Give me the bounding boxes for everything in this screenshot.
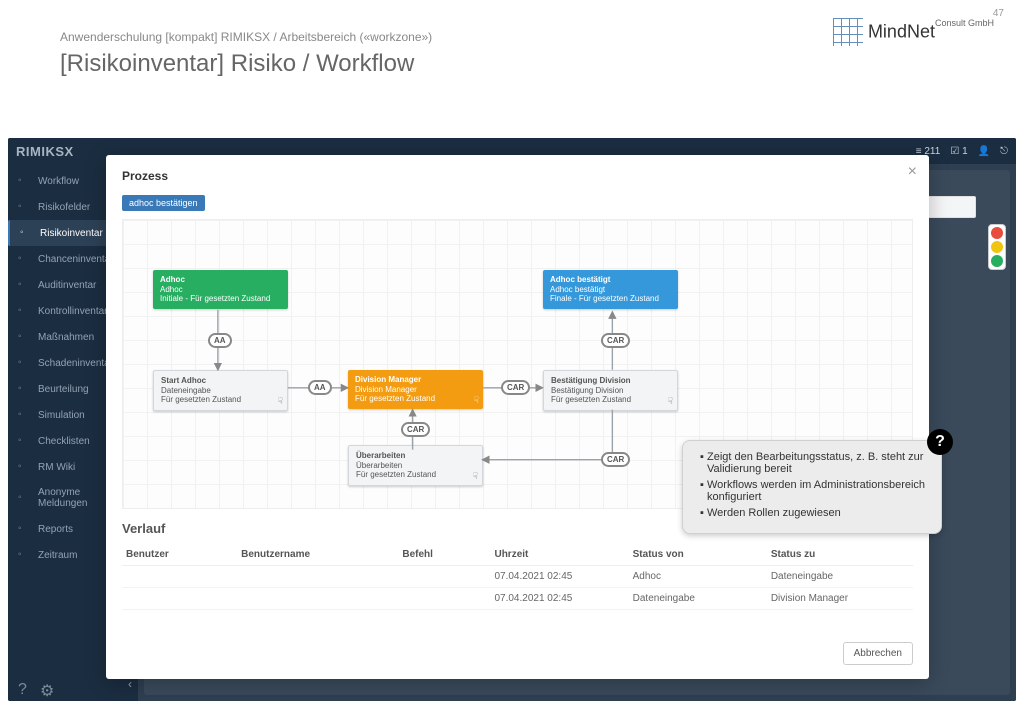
badge-aa: AA — [208, 333, 232, 348]
sidebar-item-label: Workflow — [38, 176, 79, 187]
menu-icon: ◦ — [18, 523, 30, 535]
menu-icon: ◦ — [18, 201, 30, 213]
app-logo: RIMIKSX — [16, 144, 74, 159]
badge-car: CAR — [401, 422, 430, 437]
badge-aa: AA — [308, 380, 332, 395]
sidebar-collapse-icon[interactable]: ‹ — [128, 677, 132, 691]
menu-icon: ◦ — [18, 279, 30, 291]
sidebar-item-label: Reports — [38, 524, 73, 535]
hand-icon: ☟ — [278, 396, 283, 407]
status-green-icon — [991, 255, 1003, 267]
modal-title: Prozess — [122, 169, 913, 183]
sidebar-item-label: Maßnahmen — [38, 332, 94, 343]
settings-icon[interactable]: ⚙ — [40, 681, 54, 695]
sidebar-item-label: Kontrollinventar — [38, 306, 107, 317]
menu-icon: ◦ — [18, 253, 30, 265]
sidebar-item-label: Risikofelder — [38, 202, 90, 213]
page-title: [Risikoinventar] Risiko / Workflow — [60, 50, 964, 78]
menu-icon: ◦ — [18, 175, 30, 187]
help-icon[interactable]: ? — [18, 681, 32, 695]
sidebar-item-label: Chanceninventar — [38, 254, 114, 265]
menu-icon: ◦ — [18, 492, 30, 504]
tasks-icon[interactable]: ☑ 1 — [950, 146, 967, 157]
menu-icon: ◦ — [18, 305, 30, 317]
sidebar-item-label: Risikoinventar — [40, 228, 103, 239]
menu-icon: ◦ — [18, 409, 30, 421]
node-adhoc-confirmed[interactable]: Adhoc bestätigt Adhoc bestätigt Finale -… — [543, 270, 678, 309]
sidebar-item-label: Beurteilung — [38, 384, 89, 395]
hand-icon: ☟ — [473, 471, 478, 482]
node-start-adhoc[interactable]: Start Adhoc Dateneingabe Für gesetzten Z… — [153, 370, 288, 411]
help-icon: ? — [927, 429, 953, 455]
user-icon[interactable]: 👤 — [978, 146, 990, 157]
status-red-icon — [991, 227, 1003, 239]
page-number: 47 — [993, 8, 1004, 19]
node-division-manager[interactable]: Division Manager Division Manager Für ge… — [348, 370, 483, 409]
menu-icon: ◦ — [18, 383, 30, 395]
traffic-light — [988, 224, 1006, 270]
mindnet-logo: MindNetConsult GmbH — [833, 18, 994, 46]
sidebar-item-label: RM Wiki — [38, 462, 75, 473]
menu-icon: ◦ — [18, 461, 30, 473]
help-tooltip: ? Zeigt den Bearbeitungsstatus, z. B. st… — [682, 440, 942, 534]
hand-icon: ☟ — [474, 395, 479, 406]
badge-car: CAR — [601, 452, 630, 467]
node-bestaetigung-division[interactable]: Bestätigung Division Bestätigung Divisio… — [543, 370, 678, 411]
close-icon[interactable]: × — [908, 163, 917, 181]
menu-icon: ◦ — [18, 435, 30, 447]
badge-car: CAR — [601, 333, 630, 348]
badge-car: CAR — [501, 380, 530, 395]
table-row: 07.04.2021 02:45DateneingabeDivision Man… — [122, 588, 913, 610]
logout-icon[interactable]: ⎋ — [1000, 146, 1008, 157]
page-subtitle: Anwenderschulung [kompakt] RIMIKSX / Arb… — [60, 30, 964, 44]
table-row: 07.04.2021 02:45AdhocDateneingabe — [122, 566, 913, 588]
sidebar-item-label: Schadeninventar — [38, 358, 113, 369]
history-section: Verlauf Benutzer Benutzername Befehl Uhr… — [122, 521, 913, 610]
menu-icon: ◦ — [20, 227, 32, 239]
hand-icon: ☟ — [668, 396, 673, 407]
adhoc-confirm-button[interactable]: adhoc bestätigen — [122, 195, 205, 211]
cancel-button[interactable]: Abbrechen — [843, 642, 913, 665]
node-ueberarbeiten[interactable]: Überarbeiten Überarbeiten Für gesetzten … — [348, 445, 483, 486]
menu-icon: ◦ — [18, 357, 30, 369]
node-adhoc[interactable]: Adhoc Adhoc Initiale - Für gesetzten Zus… — [153, 270, 288, 309]
menu-icon: ◦ — [18, 549, 30, 561]
status-yellow-icon — [991, 241, 1003, 253]
menu-icon: ◦ — [18, 331, 30, 343]
sidebar-item-label: Simulation — [38, 410, 85, 421]
history-header: Benutzer Benutzername Befehl Uhrzeit Sta… — [122, 544, 913, 566]
sidebar-item-label: Checklisten — [38, 436, 90, 447]
process-modal: × Prozess adhoc bestätigen Adhoc Adhoc I… — [106, 155, 929, 679]
workflow-diagram: Adhoc Adhoc Initiale - Für gesetzten Zus… — [122, 219, 913, 509]
sidebar-item-label: Auditinventar — [38, 280, 96, 291]
sidebar-item-label: Zeitraum — [38, 550, 77, 561]
